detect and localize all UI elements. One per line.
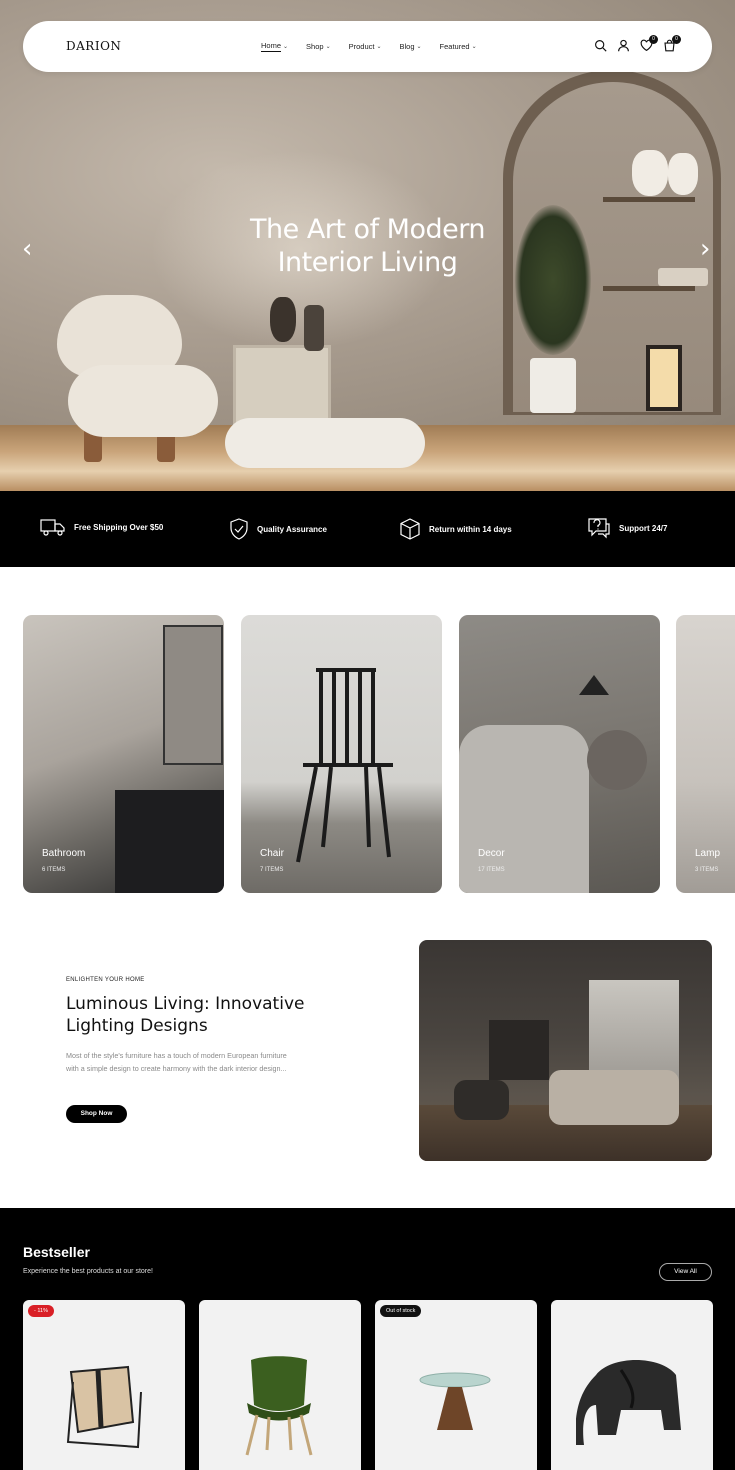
feature-quality: Quality Assurance: [229, 518, 327, 540]
cart-count-badge: 0: [672, 35, 681, 44]
category-name: Decor: [478, 848, 505, 859]
promo-description: Most of the style's furniture has a touc…: [66, 1051, 287, 1073]
menu-item-featured[interactable]: Featured ⌄: [440, 41, 477, 52]
hero-vase: [632, 150, 668, 196]
chevron-down-icon: ⌄: [471, 44, 477, 50]
site-logo[interactable]: DARION: [66, 39, 121, 53]
features-bar: Free Shipping Over $50 Quality Assurance…: [0, 491, 735, 567]
out-of-stock-badge: Out of stock: [380, 1305, 422, 1317]
category-image: [587, 730, 647, 790]
hero-vase: [668, 153, 698, 195]
top-navbar: DARION Home ⌄ Shop ⌄ Product ⌄ Blog ⌄ Featur…: [23, 21, 712, 72]
chevron-down-icon: ⌄: [376, 44, 382, 50]
hero-floor-cushion: [225, 418, 425, 468]
support-chat-icon: [588, 518, 610, 539]
chevron-down-icon: ⌄: [283, 44, 289, 50]
search-icon[interactable]: [594, 39, 607, 52]
wishlist-count-badge: 0: [649, 35, 658, 44]
menu-item-shop[interactable]: Shop ⌄: [306, 41, 331, 52]
product-image: [245, 1356, 313, 1456]
hero-vase: [270, 297, 296, 342]
menu-item-label: Featured: [439, 42, 470, 51]
room-armchair: [454, 1080, 509, 1120]
product-card[interactable]: - 11%: [23, 1300, 185, 1470]
shield-check-icon: [230, 518, 248, 540]
feature-support: Support 24/7: [587, 517, 667, 539]
heart-icon[interactable]: 0: [640, 35, 658, 52]
feature-returns: Return within 14 days: [399, 518, 512, 540]
product-image: [419, 1372, 491, 1430]
menu-item-label: Product: [348, 42, 375, 51]
category-count: 17 ITEMS: [478, 867, 505, 873]
main-menu: Home ⌄ Shop ⌄ Product ⌄ Blog ⌄ Featured ⌄: [261, 41, 477, 52]
bestseller-subtitle: Experience the best products at our stor…: [23, 1268, 153, 1275]
room-tv: [489, 1020, 549, 1080]
truck-icon: [40, 519, 65, 536]
category-card-chair[interactable]: Chair 7 ITEMS: [241, 615, 442, 893]
hero-prev-arrow-icon[interactable]: ‹: [22, 236, 32, 262]
promo-title: Luminous Living: Innovative Lighting Des…: [66, 994, 305, 1036]
shop-now-button[interactable]: Shop Now: [66, 1105, 127, 1123]
category-image: [163, 625, 223, 765]
bestseller-title: Bestseller: [23, 1244, 90, 1260]
category-card-decor[interactable]: Decor 17 ITEMS: [459, 615, 660, 893]
feature-label: Support 24/7: [619, 523, 668, 533]
promo-eyebrow: ENLIGHTEN YOUR HOME: [66, 977, 145, 983]
menu-item-home[interactable]: Home ⌄: [261, 41, 288, 52]
hero-title-line: Interior Living: [277, 247, 458, 278]
hero-chair-seat: [68, 365, 218, 437]
category-name: Bathroom: [42, 848, 86, 859]
product-card[interactable]: Out of stock: [375, 1300, 537, 1470]
product-image: [576, 1360, 681, 1445]
cart-icon[interactable]: 0: [663, 35, 681, 52]
menu-item-label: Home: [261, 41, 282, 52]
hero-vase: [304, 305, 324, 351]
category-count: 6 ITEMS: [42, 867, 66, 873]
hero-title: The Art of Modern Interior Living: [0, 213, 735, 279]
menu-item-blog[interactable]: Blog ⌄: [400, 41, 422, 52]
hero-slider: The Art of Modern Interior Living ‹ ›: [0, 0, 735, 491]
hero-shelf: [603, 286, 695, 291]
feature-label: Quality Assurance: [257, 524, 327, 534]
category-card-lamp[interactable]: Lamp 3 ITEMS: [676, 615, 735, 893]
category-name: Chair: [260, 848, 284, 859]
category-image: [296, 668, 393, 863]
product-image: [66, 1365, 142, 1449]
hero-next-arrow-icon[interactable]: ›: [700, 236, 710, 262]
user-icon[interactable]: [617, 39, 630, 52]
category-image: [115, 790, 224, 893]
menu-item-label: Shop: [306, 42, 324, 51]
hero-title-line: The Art of Modern: [250, 214, 485, 245]
category-count: 3 ITEMS: [695, 867, 719, 873]
discount-badge: - 11%: [28, 1305, 54, 1317]
feature-free-shipping: Free Shipping Over $50: [40, 517, 163, 537]
product-card[interactable]: [551, 1300, 713, 1470]
hero-plant-pot: [530, 358, 576, 413]
view-all-button[interactable]: View All: [659, 1263, 712, 1281]
product-card[interactable]: [199, 1300, 361, 1470]
chevron-down-icon: ⌄: [416, 44, 422, 50]
category-image: [579, 675, 609, 695]
living-room-image: [419, 940, 712, 1161]
hero-lantern: [646, 345, 682, 411]
feature-label: Return within 14 days: [429, 524, 512, 534]
menu-item-label: Blog: [399, 42, 415, 51]
hero-shelf: [603, 197, 695, 202]
box-icon: [400, 518, 420, 540]
category-card-bathroom[interactable]: Bathroom 6 ITEMS: [23, 615, 224, 893]
feature-label: Free Shipping Over $50: [74, 522, 164, 532]
menu-item-product[interactable]: Product ⌄: [349, 41, 382, 52]
room-sofa: [549, 1070, 679, 1125]
nav-icon-group: 0 0: [594, 35, 681, 52]
chevron-down-icon: ⌄: [325, 44, 331, 50]
category-count: 7 ITEMS: [260, 867, 284, 873]
category-name: Lamp: [695, 848, 721, 859]
